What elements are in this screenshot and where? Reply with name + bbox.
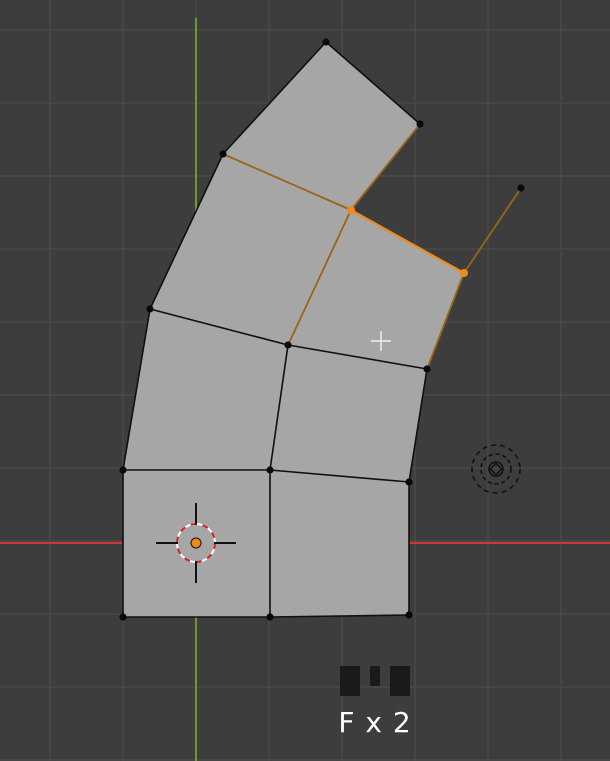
light-icon[interactable] [471,444,521,494]
mesh-vertex[interactable] [416,120,424,128]
mesh-faces[interactable] [123,42,464,617]
3d-viewport[interactable]: F x 2 [0,0,610,761]
mesh-vertex[interactable] [219,150,227,158]
mesh-vertex[interactable] [517,184,525,192]
mesh-vertex[interactable] [266,613,274,621]
keyboard-key-icon [340,666,410,696]
mesh-vertex[interactable] [405,611,413,619]
viewport-canvas[interactable] [0,0,610,761]
selected-vertex[interactable] [460,269,468,277]
mesh-edge[interactable] [463,187,522,274]
mesh-vertex[interactable] [146,305,154,313]
mesh-face[interactable] [270,470,409,617]
mesh-vertex[interactable] [423,365,431,373]
selected-vertex[interactable] [347,206,355,214]
mesh-vertex[interactable] [405,478,413,486]
mesh-vertex[interactable] [119,613,127,621]
mesh-vertex[interactable] [266,466,274,474]
mesh-vertex[interactable] [119,466,127,474]
mesh-vertex[interactable] [284,341,292,349]
mesh-vertex[interactable] [322,38,330,46]
